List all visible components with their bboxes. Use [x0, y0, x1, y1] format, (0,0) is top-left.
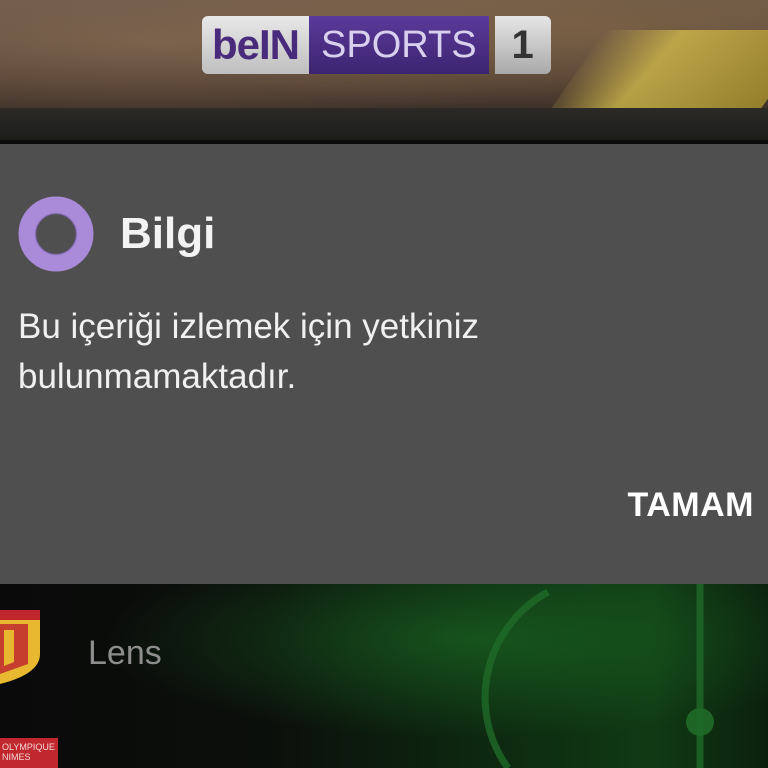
- match-row[interactable]: Lens OLYMPIQUE NIMES: [0, 584, 768, 768]
- pitch-lines-decoration: [481, 584, 714, 768]
- rc-lens-crest-icon: [0, 610, 40, 684]
- ok-button[interactable]: TAMAM: [622, 480, 761, 531]
- team-name: Lens: [88, 634, 162, 672]
- channel-banner: beIN SPORTS 1: [0, 0, 768, 140]
- info-dialog: Bilgi Bu içeriği izlemek için yetkiniz b…: [0, 144, 768, 584]
- bein-sports-1-logo: beIN SPORTS 1: [202, 16, 551, 74]
- logo-sports-text: SPORTS: [309, 16, 489, 74]
- logo-channel-number: 1: [494, 16, 551, 74]
- banner-bottom-strip: [0, 108, 768, 140]
- logo-bein-text: beIN: [202, 16, 310, 74]
- info-ring-icon: [18, 196, 94, 272]
- second-team-badge: OLYMPIQUE NIMES: [0, 738, 58, 768]
- banner-decoration: [549, 30, 768, 110]
- dialog-title: Bilgi: [120, 209, 216, 258]
- dialog-message: Bu içeriği izlemek için yetkiniz bulunma…: [18, 307, 479, 396]
- dialog-header: Bilgi: [18, 196, 215, 272]
